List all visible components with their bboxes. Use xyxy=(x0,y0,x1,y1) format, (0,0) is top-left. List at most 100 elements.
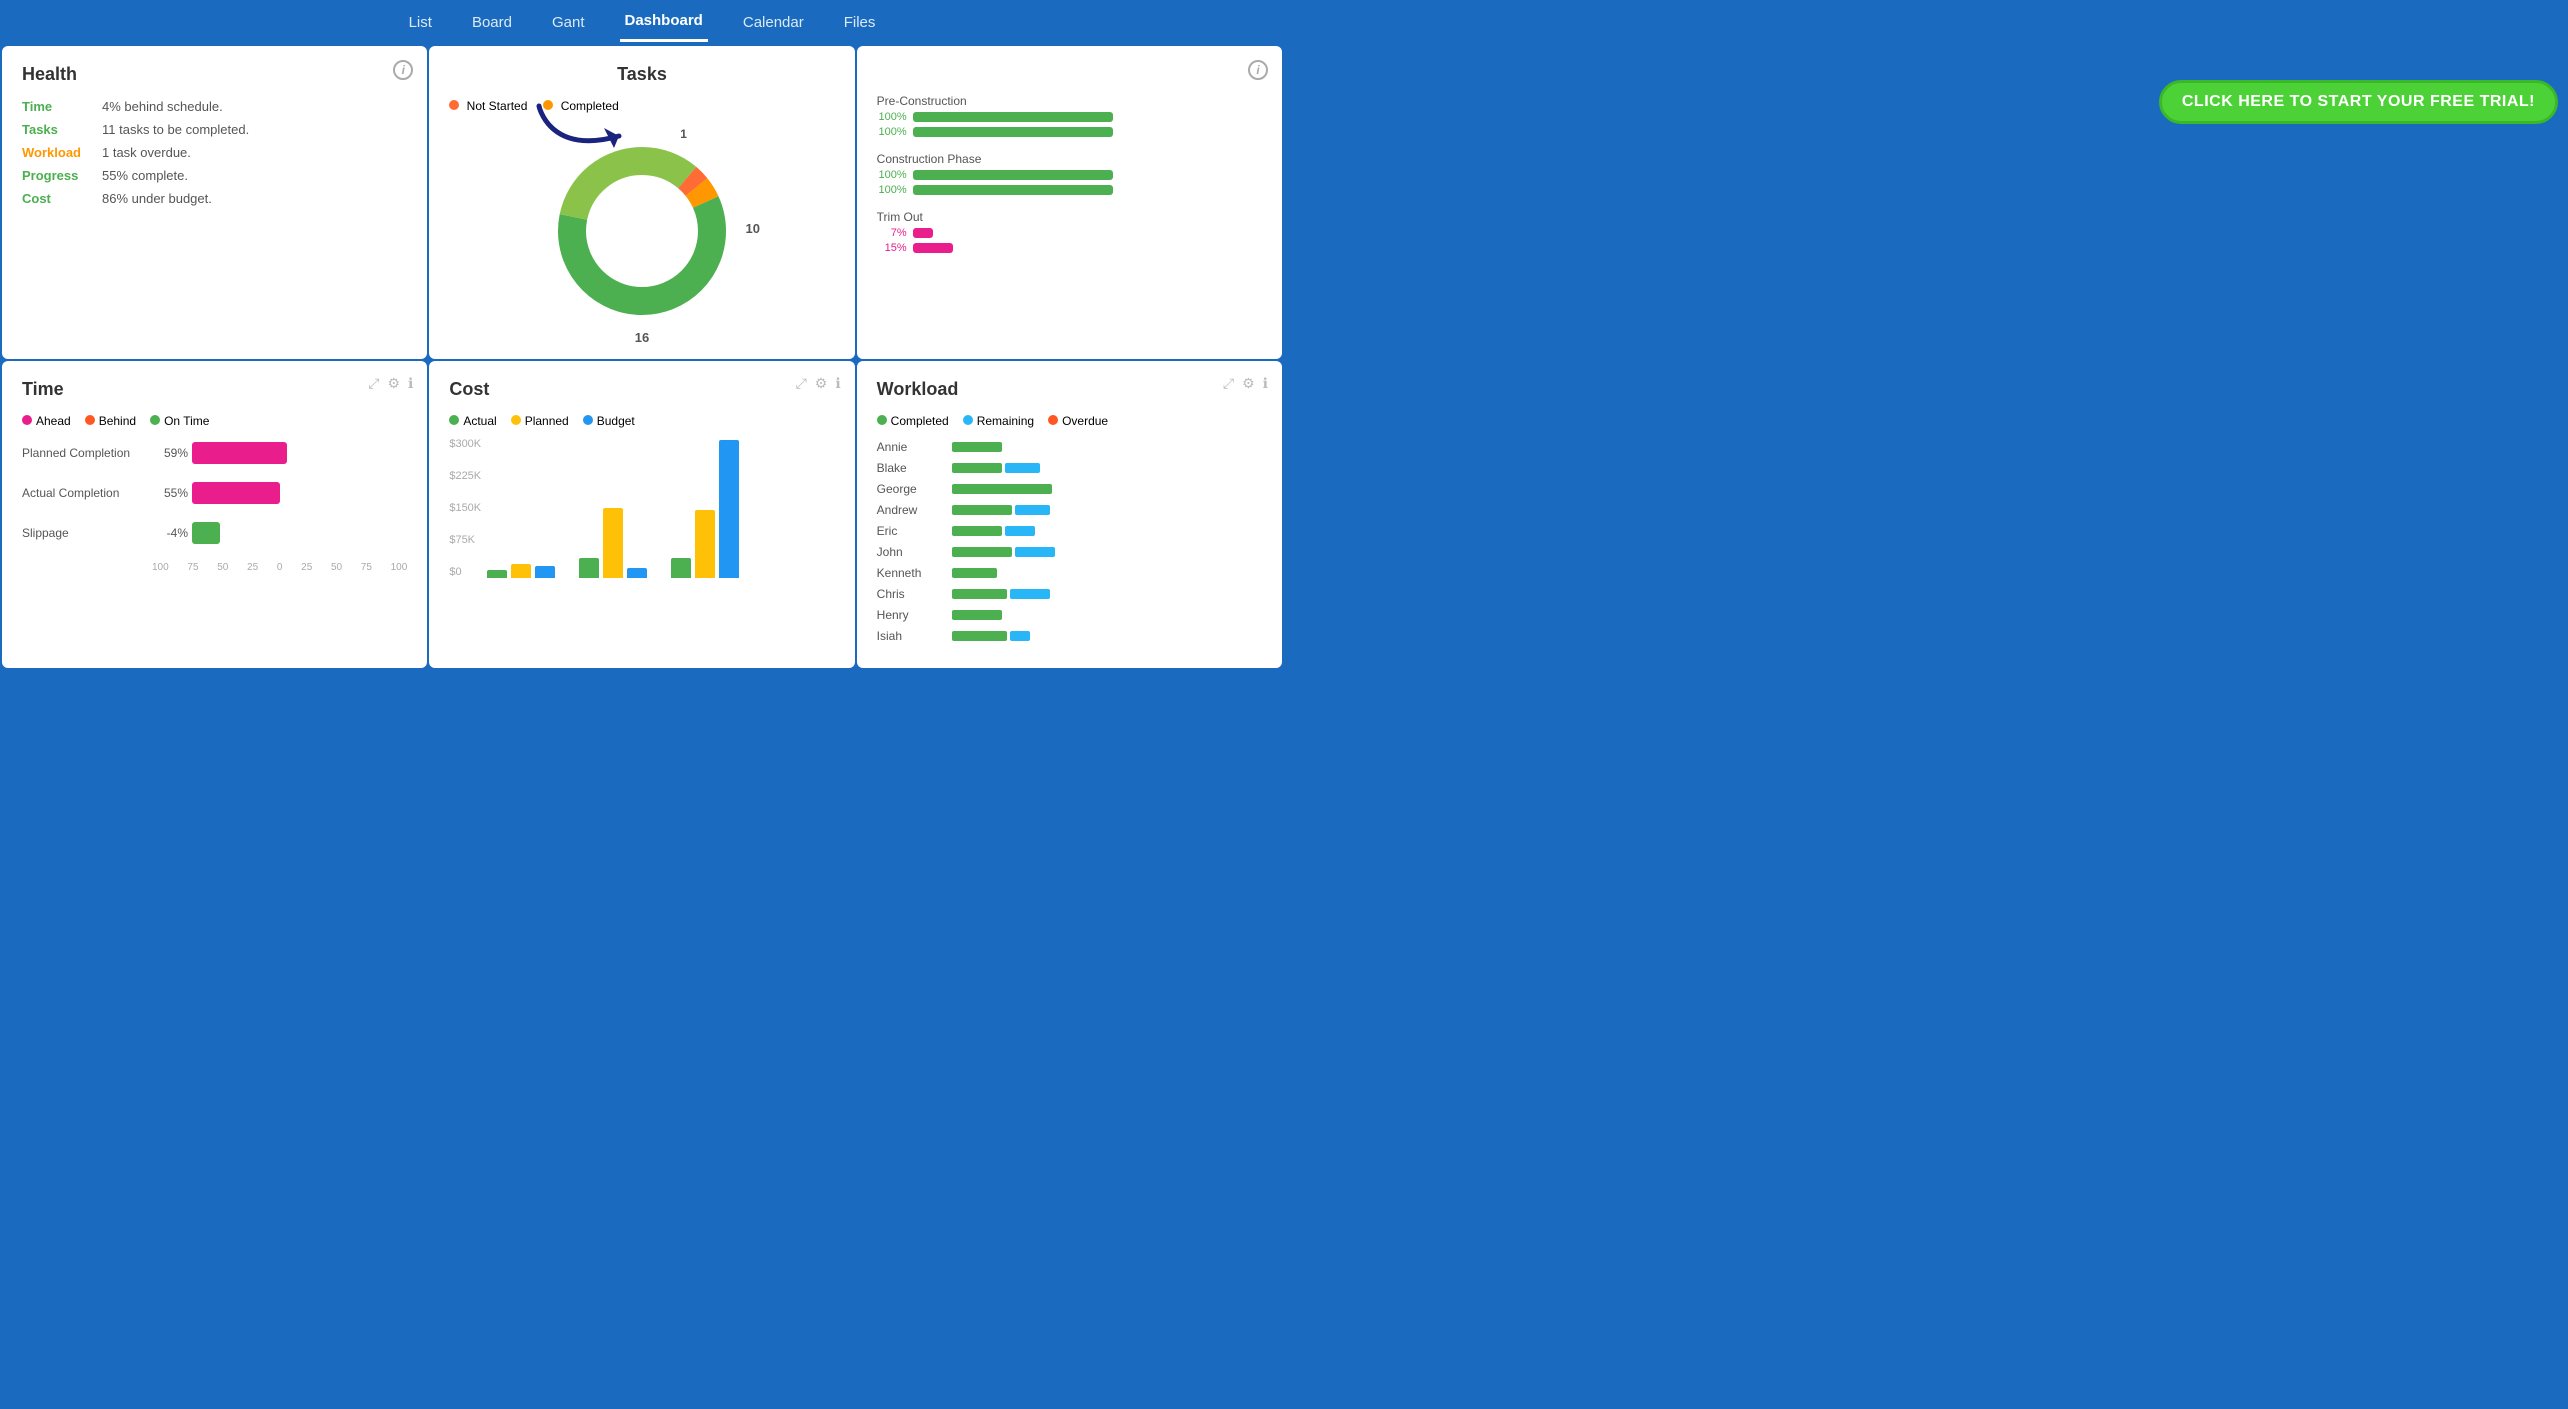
nav-files[interactable]: Files xyxy=(839,4,881,41)
nav-gant[interactable]: Gant xyxy=(547,4,590,41)
time-bar-actual xyxy=(192,482,280,504)
workload-card-icons: ⤢ ⚙ ℹ xyxy=(1223,375,1268,392)
health-label-cost: Cost xyxy=(22,191,102,206)
workload-info-icon[interactable]: ℹ xyxy=(1263,375,1268,392)
wl-name: Henry xyxy=(877,608,952,622)
cost-expand-icon[interactable]: ⤢ xyxy=(796,375,807,392)
time-bar-slippage-group: -4% xyxy=(152,522,220,544)
health-row-tasks: Tasks 11 tasks to be completed. xyxy=(22,122,407,137)
phases-pct-t-1: 7% xyxy=(877,227,907,239)
wl-bars xyxy=(952,589,1050,599)
wl-bars xyxy=(952,631,1030,641)
wl-name: Andrew xyxy=(877,503,952,517)
legend-dot-behind xyxy=(85,415,95,425)
cost-title: Cost xyxy=(449,379,489,400)
legend-wl-remaining: Remaining xyxy=(963,414,1034,428)
cost-gear-icon[interactable]: ⚙ xyxy=(815,375,828,392)
phases-pct-t-2: 15% xyxy=(877,242,907,254)
legend-ontime: On Time xyxy=(150,414,209,428)
time-pct-planned: 59% xyxy=(152,446,188,460)
time-legend: Ahead Behind On Time xyxy=(22,414,407,428)
health-info-icon[interactable]: i xyxy=(393,60,413,80)
health-label-progress: Progress xyxy=(22,168,102,183)
legend-dot-wl-overdue xyxy=(1048,415,1058,425)
tasks-legend: Not Started Completed xyxy=(449,99,618,113)
workload-row: George xyxy=(877,482,1262,496)
phases-pct-pc-2: 100% xyxy=(877,126,907,138)
time-label-planned: Planned Completion xyxy=(22,446,152,460)
health-label-workload: Workload xyxy=(22,145,102,160)
time-info-icon[interactable]: ℹ xyxy=(408,375,413,392)
workload-gear-icon[interactable]: ⚙ xyxy=(1242,375,1255,392)
wl-bar-completed xyxy=(952,589,1007,599)
wl-name: Annie xyxy=(877,440,952,454)
wl-name: John xyxy=(877,545,952,559)
phases-card: i Pre-Construction 100% 100% Constructio… xyxy=(857,46,1282,359)
workload-expand-icon[interactable]: ⤢ xyxy=(1223,375,1234,392)
cost-bar-budget-1 xyxy=(535,566,555,578)
legend-behind: Behind xyxy=(85,414,136,428)
cost-legend: Actual Planned Budget xyxy=(449,414,834,428)
cost-bar-planned-1 xyxy=(511,564,531,578)
health-row-time: Time 4% behind schedule. xyxy=(22,99,407,114)
nav-board[interactable]: Board xyxy=(467,4,517,41)
legend-not-started: Not Started xyxy=(449,99,527,113)
time-expand-icon[interactable]: ⤢ xyxy=(368,375,379,392)
legend-dot-ahead xyxy=(22,415,32,425)
donut-label-top: 1 xyxy=(680,127,687,141)
phases-bars-preconstruction-2: 100% xyxy=(877,126,1262,138)
wl-name: Chris xyxy=(877,587,952,601)
wl-name: Kenneth xyxy=(877,566,952,580)
legend-wl-completed: Completed xyxy=(877,414,949,428)
phases-row-preconstruction: Pre-Construction 100% 100% xyxy=(877,94,1262,138)
workload-row: Chris xyxy=(877,587,1262,601)
legend-dot-completed xyxy=(543,100,553,110)
phases-bar-t-2 xyxy=(913,243,953,253)
health-row-progress: Progress 55% complete. xyxy=(22,168,407,183)
dashboard-grid: Health i Time 4% behind schedule. Tasks … xyxy=(0,44,1284,670)
cost-bar-planned-2 xyxy=(603,508,623,578)
phases-pct-c-1: 100% xyxy=(877,169,907,181)
wl-bar-remaining xyxy=(1005,526,1035,536)
wl-bar-completed xyxy=(952,547,1012,557)
health-value-progress: 55% complete. xyxy=(102,168,188,183)
time-card-icons: ⤢ ⚙ ℹ xyxy=(368,375,413,392)
wl-bars xyxy=(952,442,1002,452)
time-card: Time ⤢ ⚙ ℹ Ahead Behind On Time Planned … xyxy=(2,361,427,668)
legend-ahead: Ahead xyxy=(22,414,71,428)
wl-bar-remaining xyxy=(1015,505,1050,515)
cost-bar-group-3 xyxy=(671,440,739,578)
time-gear-icon[interactable]: ⚙ xyxy=(387,375,400,392)
phases-bars-construction-1: 100% xyxy=(877,169,1262,181)
wl-bar-completed xyxy=(952,463,1002,473)
cost-bar-actual-2 xyxy=(579,558,599,578)
health-value-time: 4% behind schedule. xyxy=(102,99,223,114)
workload-row: Henry xyxy=(877,608,1262,622)
legend-dot-wl-completed xyxy=(877,415,887,425)
health-value-cost: 86% under budget. xyxy=(102,191,212,206)
cost-bar-budget-3 xyxy=(719,440,739,578)
cost-bar-group-2 xyxy=(579,508,647,578)
time-axis: 100 75 50 25 0 25 50 75 100 xyxy=(22,562,407,573)
time-row-planned: Planned Completion 59% xyxy=(22,442,407,464)
phases-bar-t-1 xyxy=(913,228,933,238)
phases-info-icon[interactable]: i xyxy=(1248,60,1268,80)
wl-bars xyxy=(952,547,1055,557)
wl-bars xyxy=(952,484,1052,494)
phases-name-construction: Construction Phase xyxy=(877,152,1262,166)
nav-list[interactable]: List xyxy=(404,4,437,41)
wl-name: George xyxy=(877,482,952,496)
nav-dashboard[interactable]: Dashboard xyxy=(620,2,708,42)
workload-row: Kenneth xyxy=(877,566,1262,580)
cost-card-icons: ⤢ ⚙ ℹ xyxy=(796,375,841,392)
nav-calendar[interactable]: Calendar xyxy=(738,4,809,41)
health-value-tasks: 11 tasks to be completed. xyxy=(102,122,249,137)
wl-bars xyxy=(952,505,1050,515)
legend-completed: Completed xyxy=(543,99,618,113)
cost-yaxis: $300K $225K $150K $75K $0 xyxy=(449,438,481,578)
cost-info-icon[interactable]: ℹ xyxy=(835,375,840,392)
phases-row-trimout: Trim Out 7% 15% xyxy=(877,210,1262,254)
health-value-workload: 1 task overdue. xyxy=(102,145,191,160)
legend-dot-not-started xyxy=(449,100,459,110)
phases-name-trimout: Trim Out xyxy=(877,210,1262,224)
